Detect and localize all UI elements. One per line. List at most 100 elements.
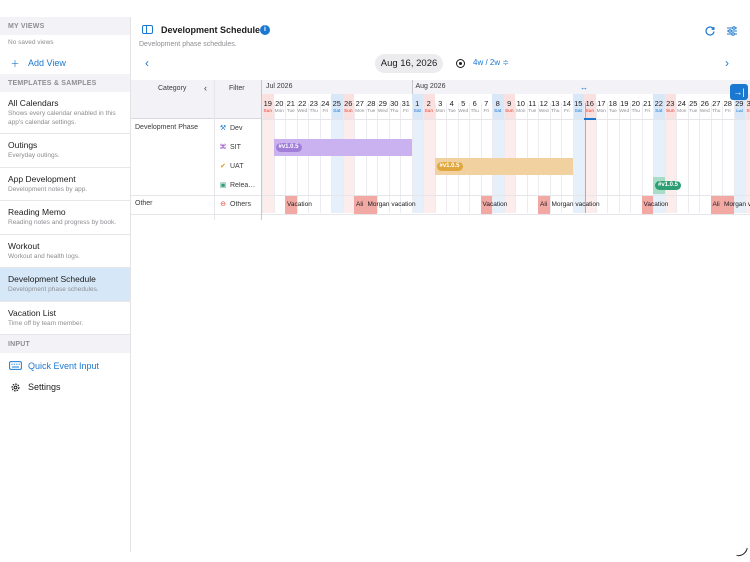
info-icon[interactable]: i [260, 25, 270, 35]
group-separator [131, 195, 261, 196]
row-separator [262, 195, 750, 196]
day-weekday: Fri [724, 109, 731, 114]
sidebar-item-title: All Calendars [8, 98, 59, 108]
day-number: 23 [309, 99, 318, 108]
day-number: 21 [643, 99, 652, 108]
day-number: 19 [263, 99, 272, 108]
settings-button[interactable]: Settings [0, 376, 130, 398]
sidebar-item-title: Outings [8, 140, 38, 150]
day-weekday: Thu [390, 109, 399, 114]
sidebar-toggle-icon[interactable] [142, 25, 153, 34]
day-weekday: Mon [274, 109, 284, 114]
gantt-chart: Category ‹ Filter Jul 2026 Aug 2026 19 Sun 2… [131, 80, 750, 220]
category-header[interactable]: Category [158, 85, 186, 92]
minus-circle-icon: ⊖ [220, 201, 226, 208]
day-weekday: Wed [297, 109, 308, 114]
template-list: All Calendars Shows every calendar enable… [0, 92, 130, 335]
previous-button[interactable]: ‹ [145, 56, 149, 70]
scroll-hint-icon: ↔ [580, 83, 588, 92]
month-label: Aug 2026 [415, 83, 446, 90]
sidebar-item-title: Workout [8, 240, 40, 251]
day-weekday: Wed [458, 109, 469, 114]
keyboard-icon [8, 361, 22, 370]
page-title: Development Schedule [161, 25, 261, 35]
vacation-label: Vacation [287, 201, 312, 208]
range-selector[interactable]: 4w / 2w ≑ [473, 58, 509, 67]
current-date-button[interactable]: Aug 16, 2026 [375, 54, 443, 73]
day-weekday: Sun [343, 109, 353, 114]
day-weekday: Mon [677, 109, 687, 114]
day-weekday: Sun [424, 109, 434, 114]
sidebar-item-description: Time off by team member. [8, 319, 84, 327]
day-number: 30 [746, 99, 750, 108]
today-marker [584, 118, 596, 120]
version-tag: #v1.0.5 [436, 162, 463, 171]
day-weekday: Fri [322, 109, 329, 114]
add-view-button[interactable]: ＋ Add View [0, 52, 130, 74]
next-button[interactable]: › [725, 56, 729, 70]
day-weekday: Mon [435, 109, 445, 114]
gantt-timeline[interactable]: Jul 2026 Aug 2026 19 Sun 20 Mon 21 Tue 22 Wed 23 Th… [262, 80, 750, 220]
day-number: 8 [495, 99, 500, 108]
day-number: 17 [597, 99, 606, 108]
day-number: 19 [620, 99, 629, 108]
day-weekday: Wed [538, 109, 549, 114]
day-weekday: Sat [413, 109, 421, 114]
weekend-column [572, 119, 584, 213]
filter-header[interactable]: Filter [229, 85, 245, 92]
vacation-label: Morgan vacation [724, 201, 750, 208]
day-number: 25 [332, 99, 341, 108]
day-number: 6 [472, 99, 477, 108]
vacation-label: Ali [712, 201, 720, 208]
day-weekday: Thu [309, 109, 318, 114]
page-description: Development phase schedules. [139, 41, 237, 48]
day-number: 27 [712, 99, 721, 108]
day-weekday: Sat [494, 109, 502, 114]
add-view-label: Add View [28, 58, 66, 68]
day-number: 24 [321, 99, 330, 108]
sidebar-item[interactable]: App Development Development notes by app. [0, 168, 130, 201]
row-label[interactable]: Others [230, 201, 260, 208]
sidebar-item-title: Vacation List [8, 307, 57, 318]
day-weekday: Tue [608, 109, 617, 114]
sidebar: MY VIEWS No saved views ＋ Add View TEMPL… [0, 17, 131, 552]
chevron-left-icon[interactable]: ‹ [204, 83, 207, 93]
day-number: 11 [528, 99, 537, 108]
resize-handle-icon[interactable] [736, 546, 748, 558]
package-icon: ▣ [219, 182, 227, 189]
sidebar-item[interactable]: Vacation List Time off by team member. [0, 302, 130, 335]
day-number: 12 [539, 99, 548, 108]
vacation-label: Morgan vacation [551, 201, 600, 208]
sidebar-item[interactable]: Outings Everyday outings. [0, 134, 130, 168]
sidebar-item[interactable]: Reading Memo Reading notes and progress b… [0, 201, 130, 235]
sidebar-item-title: Development Schedule [8, 274, 96, 284]
quick-event-input-button[interactable]: Quick Event Input [0, 355, 130, 376]
sidebar-item[interactable]: Development Schedule Development phase sc… [0, 268, 130, 302]
sliders-icon[interactable] [726, 24, 738, 36]
row-label[interactable]: Relea… [230, 182, 260, 189]
day-number: 10 [516, 99, 525, 108]
network-icon: ⌘ [219, 144, 227, 151]
row-label[interactable]: Dev [230, 125, 260, 132]
row-label[interactable]: UAT [230, 163, 260, 170]
column-divider [214, 80, 215, 220]
day-weekday: Sun [504, 109, 514, 114]
day-weekday: Mon [516, 109, 526, 114]
day-weekday: Wed [377, 109, 388, 114]
today-icon[interactable] [456, 59, 465, 68]
day-number: 3 [438, 99, 443, 108]
date-navigation: ‹ Aug 16, 2026 4w / 2w ≑ › [131, 53, 750, 75]
fit-width-button[interactable]: →|← [730, 84, 748, 113]
day-weekday: Sun [263, 109, 273, 114]
no-saved-views-label: No saved views [8, 39, 54, 46]
refresh-icon[interactable] [704, 24, 716, 36]
sidebar-item-title: App Development [8, 173, 76, 184]
day-number: 9 [507, 99, 512, 108]
vacation-label: Ali [356, 201, 364, 208]
sidebar-item[interactable]: All Calendars Shows every calendar enable… [0, 92, 130, 134]
sidebar-item-description: Workout and health logs. [8, 252, 80, 260]
day-number: 14 [562, 99, 571, 108]
row-label[interactable]: SIT [230, 144, 260, 151]
version-tag: #v1.0.5 [275, 143, 302, 152]
sidebar-item[interactable]: Workout Workout and health logs. [0, 235, 130, 268]
